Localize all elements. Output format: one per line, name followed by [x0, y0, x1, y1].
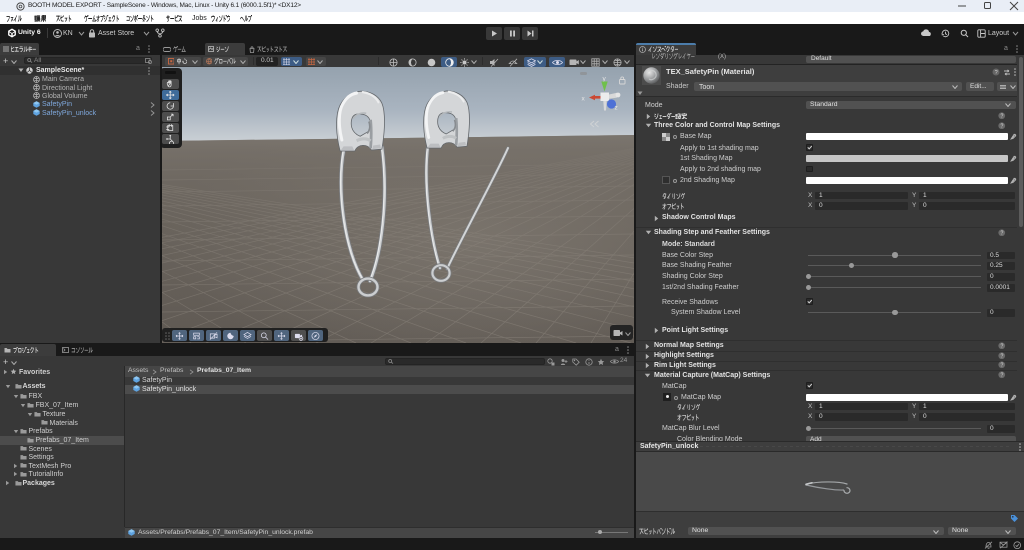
- svg-text:?: ?: [1001, 123, 1004, 129]
- svg-text:?: ?: [1001, 114, 1004, 120]
- svg-text:?: ?: [1001, 353, 1004, 359]
- svg-text:?: ?: [1001, 363, 1004, 369]
- svg-text:z: z: [615, 105, 618, 112]
- svg-text:?: ?: [1001, 230, 1004, 236]
- svg-text:?: ?: [1001, 373, 1004, 379]
- svg-text:?: ?: [1001, 343, 1004, 349]
- svg-text:?: ?: [995, 70, 998, 76]
